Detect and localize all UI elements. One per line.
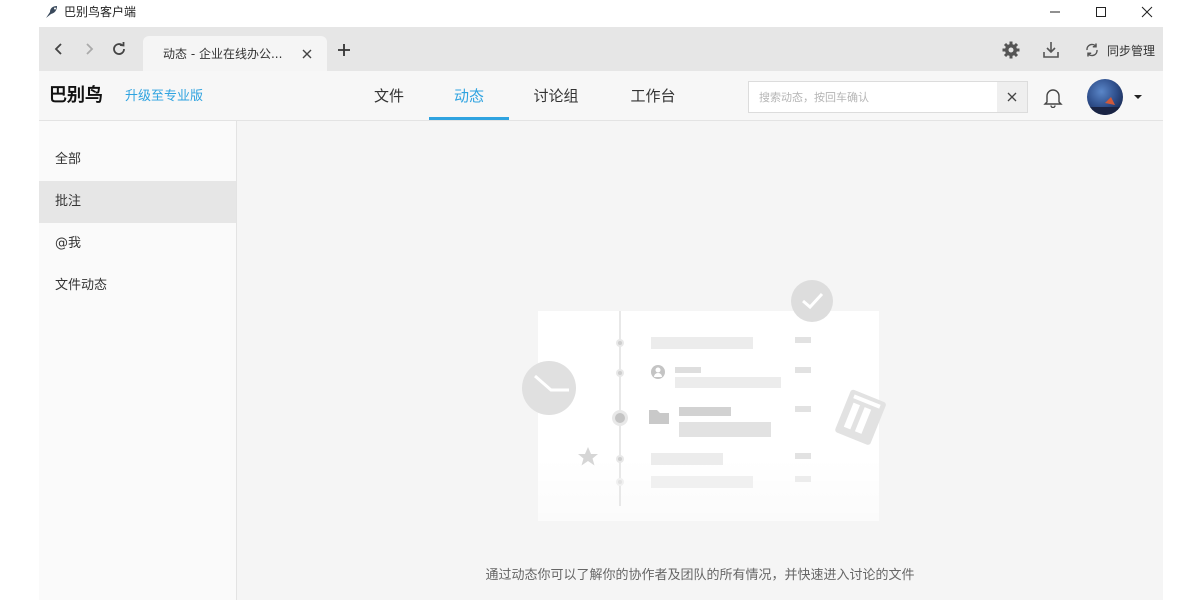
tab-activity-nav[interactable]: 动态 [429,71,509,120]
close-window-button[interactable] [1124,0,1170,24]
search-input[interactable] [749,82,997,112]
maximize-button[interactable] [1078,0,1124,24]
sidebar-item-annotations[interactable]: 批注 [39,181,236,223]
bird-logo-icon [46,6,57,18]
caret-down-icon[interactable] [1133,93,1143,101]
tab-files[interactable]: 文件 [359,71,419,120]
tab-label: 动态 - 企业在线办公... [163,47,283,61]
search-clear-button[interactable] [997,82,1027,112]
close-icon [1007,92,1017,102]
empty-state-message: 通过动态你可以了解你的协作者及团队的所有情况，并快速进入讨论的文件 [485,568,915,583]
minimize-button[interactable] [1032,0,1078,24]
bell-icon[interactable] [1043,86,1063,108]
main-content: 通过动态你可以了解你的协作者及团队的所有情况，并快速进入讨论的文件 [237,121,1163,600]
download-button[interactable] [1041,39,1061,61]
new-tab-button[interactable] [335,41,353,59]
maximize-icon [1096,7,1106,17]
chevron-left-icon [54,43,62,55]
back-button[interactable] [47,37,71,61]
close-icon [302,49,312,59]
reload-icon [113,42,125,55]
search-box [748,81,1028,113]
sidebar-item-mentions[interactable]: @我 [39,223,236,265]
app-header: 巴别鸟 升级至专业版 文件 动态 讨论组 工作台 [39,71,1163,121]
sync-manage-button[interactable]: 同步管理 [1083,39,1155,61]
sidebar: 全部 批注 @我 文件动态 [39,121,237,600]
tab-discussion-groups[interactable]: 讨论组 [519,71,593,120]
forward-button[interactable] [77,37,101,61]
reload-button[interactable] [107,37,131,61]
tab-activity[interactable]: 动态 - 企业在线办公... [143,36,327,71]
window-title: 巴别鸟客户端 [64,5,137,19]
browser-tabbar: 动态 - 企业在线办公... 同步管理 [39,27,1163,71]
sync-icon [1086,43,1098,57]
avatar-image [1087,79,1123,115]
empty-activity-illustration [522,280,886,521]
tab-close-button[interactable] [299,46,315,62]
plus-icon [338,44,350,56]
close-icon [1141,6,1153,18]
chevron-right-icon [86,43,94,55]
settings-button[interactable] [1001,39,1021,61]
sidebar-item-file-activity[interactable]: 文件动态 [39,265,236,307]
avatar[interactable] [1087,79,1123,115]
tab-workbench[interactable]: 工作台 [619,71,687,120]
gear-icon [1002,41,1020,59]
brand-logo-text: 巴别鸟 [49,85,103,106]
download-icon [1043,42,1059,58]
sidebar-item-all[interactable]: 全部 [39,139,236,181]
upgrade-link[interactable]: 升级至专业版 [125,88,203,106]
window-titlebar: 巴别鸟客户端 [0,0,1200,26]
minimize-icon [1050,11,1060,13]
sync-label: 同步管理 [1107,43,1156,58]
